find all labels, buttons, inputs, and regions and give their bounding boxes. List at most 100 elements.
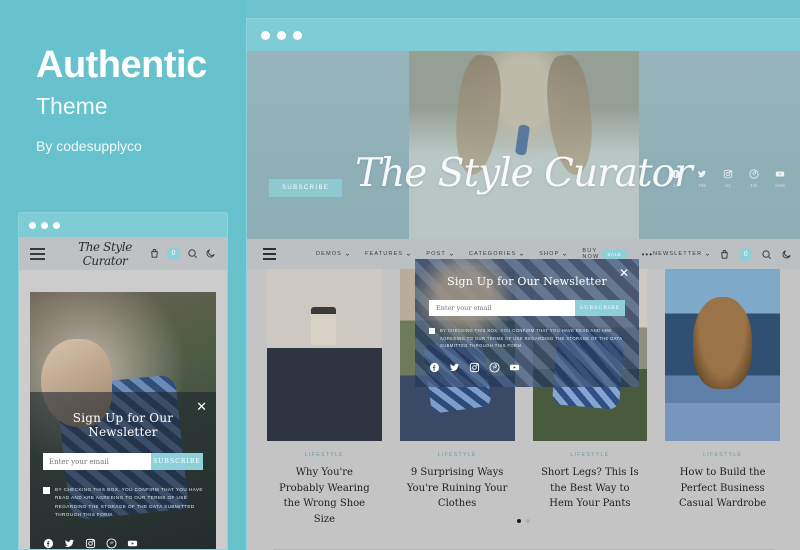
post-thumbnail[interactable] [665, 269, 780, 441]
cart-icon[interactable] [149, 248, 160, 259]
window-dot-minimize[interactable] [41, 221, 48, 229]
hero-overlay [247, 51, 800, 239]
nav-item-label: NEWSLETTER [653, 251, 703, 257]
post-category[interactable]: LIFESTYLE [533, 452, 648, 458]
social-count: 13k [750, 183, 758, 188]
theme-subtitle: Theme [36, 92, 108, 119]
social-item[interactable]: 41 [720, 169, 736, 188]
social-item[interactable]: 169k [772, 169, 788, 188]
nav-item-label: FEATURES [365, 251, 404, 257]
post-title[interactable]: Short Legs? This Is the Best Way to Hem … [533, 465, 648, 512]
chevron-down-icon [345, 253, 350, 256]
subscribe-button[interactable]: SUBSCRIBE [575, 300, 625, 316]
social-item[interactable]: 23 [668, 169, 684, 188]
nav-item-categories[interactable]: CATEGORIES [469, 251, 524, 257]
post-category[interactable]: LIFESTYLE [400, 452, 515, 458]
desktop-preview-window: SUBSCRIBE The Style Curator 23 78k 41 13… [246, 18, 800, 550]
sale-badge: SALE [602, 249, 627, 259]
popup-social-links [429, 362, 625, 373]
pinterest-icon[interactable] [106, 538, 117, 549]
twitter-icon[interactable] [64, 538, 75, 549]
social-count: 41 [725, 183, 731, 188]
window-dot-close[interactable] [261, 30, 270, 40]
mobile-preview-window: The Style Curator 0 ✕ Sign Up for Our Ne… [18, 212, 228, 550]
close-icon[interactable]: ✕ [619, 267, 629, 279]
carousel-dot-2[interactable] [526, 519, 530, 523]
twitter-icon[interactable] [449, 362, 460, 373]
chevron-down-icon [407, 253, 411, 256]
chevron-down-icon [449, 253, 454, 256]
nav-item-demos[interactable]: DEMOS [316, 251, 350, 257]
window-dot-maximize[interactable] [293, 30, 302, 40]
facebook-icon[interactable] [43, 538, 54, 549]
pinterest-icon[interactable] [489, 362, 500, 373]
nav-item-features[interactable]: FEATURES [365, 251, 411, 257]
search-icon[interactable] [761, 249, 772, 260]
post-title[interactable]: 9 Surprising Ways You're Ruining Your Cl… [400, 465, 515, 512]
mobile-page-content: ✕ Sign Up for Our Newsletter SUBSCRIBE B… [19, 270, 227, 549]
hero-social-links: 23 78k 41 13k 169k [668, 169, 788, 188]
moon-icon[interactable] [781, 249, 792, 260]
social-item[interactable]: 13k [746, 169, 762, 188]
nav-item-label: SHOP [539, 251, 560, 257]
post-category[interactable]: LIFESTYLE [267, 452, 382, 458]
hero-banner: SUBSCRIBE The Style Curator 23 78k 41 13… [247, 51, 800, 239]
popup-title: Sign Up for Our Newsletter [72, 411, 174, 439]
pinterest-icon[interactable] [749, 169, 759, 179]
window-dot-maximize[interactable] [53, 221, 60, 229]
nav-item-post[interactable]: POST [426, 251, 454, 257]
social-count: 78k [698, 183, 706, 188]
window-dot-minimize[interactable] [277, 30, 286, 40]
close-icon[interactable]: ✕ [196, 400, 207, 413]
mobile-site-logo[interactable]: The Style Curator [61, 240, 149, 268]
social-count: 23 [673, 183, 679, 188]
hamburger-icon[interactable] [30, 247, 45, 260]
youtube-icon[interactable] [509, 362, 520, 373]
post-category[interactable]: LIFESTYLE [665, 452, 780, 458]
search-icon[interactable] [187, 248, 198, 259]
facebook-icon[interactable] [671, 169, 681, 179]
post-card[interactable]: LIFESTYLE Why You're Probably Wearing th… [267, 269, 382, 527]
theme-name: Authentic [36, 44, 207, 86]
post-thumbnail[interactable] [267, 269, 382, 441]
consent-row: BY CHECKING THIS BOX, YOU CONFIRM THAT Y… [429, 327, 625, 350]
mobile-popup-social-links [43, 538, 203, 549]
moon-icon[interactable] [205, 248, 216, 259]
popup-title: Sign Up for Our Newsletter [447, 275, 607, 288]
mobile-newsletter-form: SUBSCRIBE [43, 453, 203, 470]
instagram-icon[interactable] [85, 538, 96, 549]
twitter-icon[interactable] [697, 169, 707, 179]
hamburger-icon[interactable] [263, 248, 276, 260]
chevron-down-icon [706, 253, 710, 256]
post-title[interactable]: Why You're Probably Wearing the Wrong Sh… [267, 465, 382, 527]
instagram-icon[interactable] [723, 169, 733, 179]
more-menu-icon[interactable]: ••• [642, 250, 653, 259]
facebook-icon[interactable] [429, 362, 440, 373]
instagram-icon[interactable] [469, 362, 480, 373]
carousel-dot-1[interactable] [517, 519, 521, 523]
mobile-nav-icons: 0 [149, 247, 216, 260]
youtube-icon[interactable] [775, 169, 785, 179]
cart-count-badge: 0 [739, 247, 753, 261]
nav-item-shop[interactable]: SHOP [539, 251, 567, 257]
email-input[interactable] [429, 300, 575, 316]
promo-text-block: Authentic Theme By codesupplyco [36, 44, 246, 154]
mobile-newsletter-popup: ✕ Sign Up for Our Newsletter SUBSCRIBE B… [30, 392, 216, 549]
promo-panel: Authentic Theme By codesupplyco The Styl… [0, 0, 246, 550]
social-item[interactable]: 78k [694, 169, 710, 188]
nav-item-newsletter[interactable]: NEWSLETTER [653, 251, 710, 257]
mobile-navbar: The Style Curator 0 [19, 237, 227, 270]
consent-checkbox[interactable] [43, 487, 50, 494]
cart-icon[interactable] [719, 249, 730, 260]
subscribe-button[interactable]: SUBSCRIBE [151, 453, 203, 470]
consent-checkbox[interactable] [429, 328, 435, 334]
email-input[interactable] [43, 453, 151, 470]
nav-right-group: NEWSLETTER 0 [653, 247, 792, 261]
window-dot-close[interactable] [29, 221, 36, 229]
youtube-icon[interactable] [127, 538, 138, 549]
post-card[interactable]: LIFESTYLE How to Build the Perfect Busin… [665, 269, 780, 527]
post-title[interactable]: How to Build the Perfect Business Casual… [665, 465, 780, 512]
desktop-window-titlebar [247, 19, 800, 51]
chevron-down-icon [519, 253, 524, 256]
newsletter-form: SUBSCRIBE [429, 300, 625, 316]
